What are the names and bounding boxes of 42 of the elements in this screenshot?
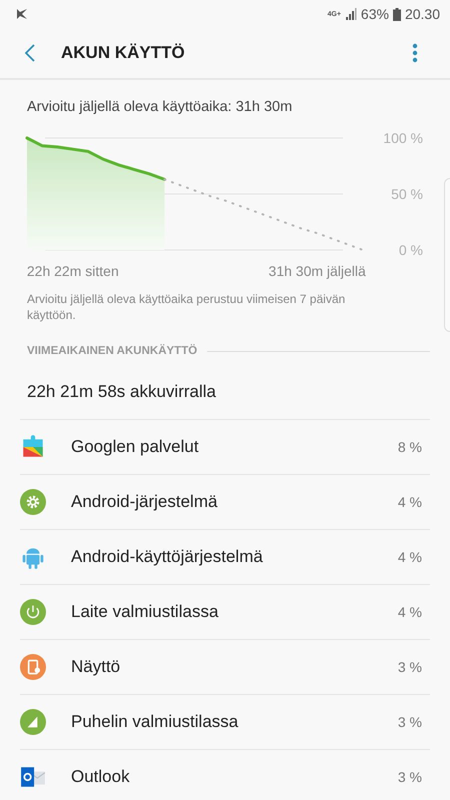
- app-row[interactable]: Puhelin valmiustilassa 3 %: [20, 695, 430, 750]
- phone-icon: [20, 654, 46, 680]
- app-row[interactable]: Googlen palvelut 8 %: [20, 420, 430, 476]
- app-row[interactable]: Android-järjestelmä 4 %: [20, 475, 430, 530]
- usage-summary: 22h 21m 58s akkuvirralla: [20, 382, 430, 420]
- app-name: Näyttö: [71, 657, 122, 678]
- app-name: Android-käyttöjärjestelmä: [71, 547, 264, 568]
- gear-icon: [20, 489, 46, 516]
- section-title: VIIMEAIKAINEN AKUNKÄYTTÖ: [27, 345, 198, 358]
- page-title: AKUN KÄYTTÖ: [61, 43, 185, 63]
- battery-percent: 63%: [360, 6, 389, 22]
- axis-label: 31h 30m jäljellä: [268, 263, 366, 279]
- usage-percent: 8 %: [398, 439, 422, 456]
- app-row[interactable]: Laite valmiustilassa 4 %: [20, 585, 430, 640]
- clock: 20.30: [404, 6, 440, 22]
- app-name: Outlook: [71, 767, 131, 788]
- app-name: Android-järjestelmä: [71, 492, 218, 512]
- axis-label: 100 %: [383, 130, 423, 146]
- power-icon: [20, 599, 46, 626]
- signal-icon: [20, 709, 46, 736]
- axis-label: 22h 22m sitten: [26, 263, 119, 279]
- app-name: Laite valmiustilassa: [71, 602, 220, 622]
- usage-percent: 4 %: [398, 604, 422, 620]
- usage-percent: 4 %: [398, 549, 422, 566]
- app-name: Puhelin valmiustilassa: [71, 712, 240, 732]
- more-options-icon[interactable]: [412, 43, 418, 63]
- back-icon[interactable]: [25, 44, 35, 62]
- axis-label: 50 %: [391, 186, 423, 202]
- estimate-text: Arvioitu jäljellä oleva käyttöaika: 31h 30m: [27, 99, 294, 115]
- note-text: Arvioitu jäljellä oleva käyttöaika perustuu viimeisen 7 päivän käyttöön.: [27, 292, 346, 324]
- app-name: Googlen palvelut: [71, 437, 200, 458]
- app-row[interactable]: Outlook 3 %: [20, 750, 430, 800]
- battery-icon: [392, 8, 401, 20]
- axis-label: 0 %: [398, 242, 423, 258]
- signal-icon: [344, 8, 357, 20]
- usage-percent: 3 %: [398, 714, 422, 730]
- usage-percent: 3 %: [398, 769, 422, 786]
- app-row[interactable]: Android-käyttöjärjestelmä 4 %: [20, 530, 430, 586]
- usage-percent: 4 %: [398, 494, 422, 510]
- usage-percent: 3 %: [398, 659, 422, 676]
- notification-icon: [16, 8, 28, 20]
- app-row[interactable]: Näyttö 3 %: [20, 640, 430, 696]
